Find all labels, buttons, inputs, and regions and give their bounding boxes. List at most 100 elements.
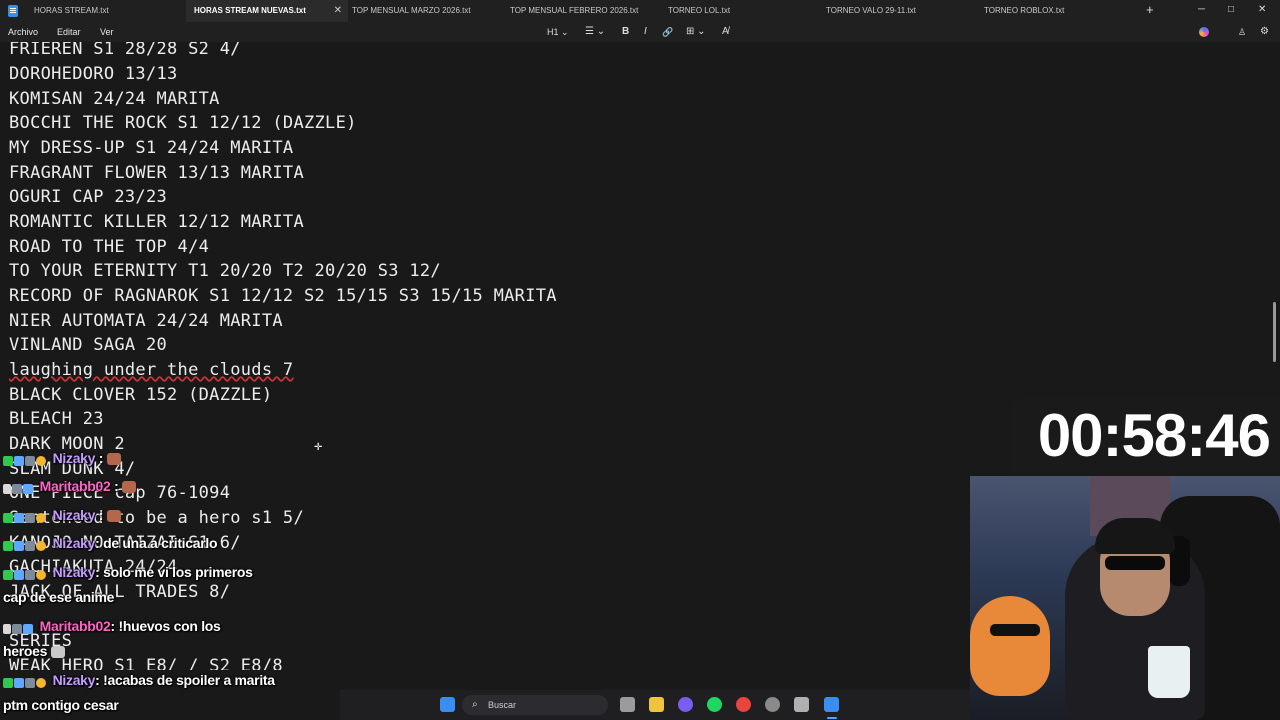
tab-torneo-roblox[interactable]: TORNEO ROBLOX.txt [984, 0, 1140, 22]
chat-username: Maritabb02 [39, 478, 111, 494]
editor-line: MY DRESS-UP S1 24/24 MARITA [9, 138, 294, 158]
plush-toy [970, 596, 1050, 696]
badge-icons [3, 536, 47, 552]
taskbar-search[interactable]: ⌕ Buscar [462, 695, 608, 715]
menu-bar: Archivo Editar Ver H1 ⌄ ☰ ⌄ B I 🔗 ⊞ ⌄ A̸… [0, 22, 1280, 42]
heading-label: H1 [547, 27, 559, 37]
editor-line: NIER AUTOMATA 24/24 MARITA [9, 311, 283, 331]
chat-message: Nizaky : [3, 507, 122, 524]
tab-top-mensual-febrero[interactable]: TOP MENSUAL FEBRERO 2026.txt [510, 0, 666, 22]
editor-line: RECORD OF RAGNAROK S1 12/12 S2 15/15 S3 … [9, 286, 557, 306]
menu-archivo[interactable]: Archivo [8, 22, 38, 42]
tab-label: HORAS STREAM.txt [34, 6, 109, 15]
chat-message: Nizaky : [3, 450, 122, 467]
badge-icons [3, 479, 34, 495]
table-dropdown[interactable]: ⊞ ⌄ [686, 22, 706, 42]
editor-line: ROAD TO THE TOP 4/4 [9, 237, 210, 257]
tab-label: TORNEO ROBLOX.txt [984, 6, 1065, 15]
editor-line: BOCCHI THE ROCK S1 12/12 (DAZZLE) [9, 113, 357, 133]
list-dropdown[interactable]: ☰ ⌄ [585, 22, 605, 42]
tab-torneo-valo[interactable]: TORNEO VALO 29-11.txt [826, 0, 982, 22]
tab-torneo-lol[interactable]: TORNEO LOL.txt [668, 0, 824, 22]
editor-line: laughing under the clouds 7 [9, 360, 294, 380]
chat-continuation: heroes [3, 643, 66, 659]
notepad-icon [8, 5, 18, 17]
chat-text: : de una a criticarlo [95, 535, 218, 551]
chat-username: Nizaky [52, 507, 96, 523]
tab-label: TOP MENSUAL MARZO 2026.txt [352, 6, 471, 15]
menu-ver[interactable]: Ver [100, 22, 114, 42]
close-window-button[interactable]: ✕ [1258, 0, 1266, 20]
chevron-down-icon: ⌄ [697, 26, 706, 37]
copilot-icon[interactable] [1199, 27, 1209, 37]
chat-continuation: ptm contigo cesar [3, 697, 119, 713]
chevron-down-icon: ⌄ [561, 27, 569, 37]
tab-label: TOP MENSUAL FEBRERO 2026.txt [510, 6, 639, 15]
editor-line: FRAGRANT FLOWER 13/13 MARITA [9, 163, 304, 183]
heading-dropdown[interactable]: H1 ⌄ [547, 22, 569, 42]
editor-line: FRIEREN S1 28/28 S2 4/ [9, 42, 241, 59]
search-placeholder: Buscar [488, 700, 517, 710]
editor-line: VINLAND SAGA 20 [9, 335, 168, 355]
discord-icon[interactable] [678, 697, 693, 712]
emote-icon [107, 453, 122, 466]
spotify-icon[interactable] [707, 697, 722, 712]
editor-line: BLACK CLOVER 152 (DAZZLE) [9, 385, 273, 405]
table-icon: ⊞ [686, 26, 695, 37]
tab-horas-stream-nuevas[interactable]: HORAS STREAM NUEVAS.txt ✕ [186, 0, 348, 22]
chat-username: Nizaky [52, 672, 96, 688]
editor-line: KOMISAN 24/24 MARITA [9, 89, 220, 109]
tab-label: TORNEO LOL.txt [668, 6, 731, 15]
chevron-down-icon: ⌄ [596, 26, 606, 37]
emote-icon [122, 481, 137, 494]
account-icon[interactable]: ♙ [1238, 22, 1246, 42]
editor-line: ROMANTIC KILLER 12/12 MARITA [9, 212, 304, 232]
chat-message: Nizaky: de una a criticarlo [3, 535, 218, 552]
editor-line: DOROHEDORO 13/13 [9, 64, 178, 84]
plush-glasses [990, 624, 1040, 636]
settings-app-icon[interactable] [765, 697, 780, 712]
maximize-button[interactable]: □ [1228, 0, 1234, 20]
mug [1148, 646, 1190, 698]
windows-start-icon[interactable] [440, 697, 455, 712]
chat-message: Maritabb02: !huevos con los [3, 618, 221, 635]
badge-icons [3, 673, 47, 689]
minimize-button[interactable]: ─ [1198, 0, 1205, 20]
badge-icons [3, 619, 34, 635]
gear-icon[interactable]: ⚙ [1260, 22, 1269, 42]
menu-editar[interactable]: Editar [57, 22, 81, 42]
italic-button[interactable]: I [644, 22, 647, 42]
chat-text: : solo me vi los primeros [95, 564, 253, 580]
emote-icon [107, 510, 122, 523]
chat-message: Maritabb02 : [3, 478, 137, 495]
editor-line: OGURI CAP 23/23 [9, 187, 168, 207]
chrome-icon[interactable] [736, 697, 751, 712]
bold-button[interactable]: B [622, 22, 629, 42]
stream-timer: 00:58:46 [1010, 398, 1280, 474]
editor-line: TO YOUR ETERNITY T1 20/20 T2 20/20 S3 12… [9, 261, 441, 281]
cam-hair [1095, 518, 1175, 554]
chat-username: Maritabb02 [39, 618, 111, 634]
close-tab-icon[interactable]: ✕ [334, 0, 342, 22]
chat-continuation: cap de ese anime [3, 589, 115, 605]
chat-username: Nizaky [52, 564, 96, 580]
add-tab-button[interactable]: + [1146, 0, 1154, 20]
chat-text: : !huevos con los [110, 618, 221, 634]
vertical-scrollbar[interactable] [1273, 302, 1276, 362]
editor-line: BLEACH 23 [9, 409, 104, 429]
cam-glasses [1105, 556, 1165, 570]
file-explorer-icon[interactable] [649, 697, 664, 712]
task-view-icon[interactable] [620, 697, 635, 712]
notepad-taskbar-icon[interactable] [824, 697, 839, 712]
badge-icons [3, 565, 47, 581]
chat-username: Nizaky [52, 450, 96, 466]
active-app-indicator [827, 717, 837, 719]
link-button[interactable]: 🔗 [662, 22, 673, 42]
calculator-icon[interactable] [794, 697, 809, 712]
clear-format-button[interactable]: A̸ [722, 22, 729, 42]
tab-horas-stream[interactable]: HORAS STREAM.txt [34, 0, 190, 22]
chat-text: : !acabas de spoiler a marita [95, 672, 275, 688]
badge-icons [3, 508, 47, 524]
taskbar: ⌕ Buscar [340, 690, 970, 720]
tab-top-mensual-marzo[interactable]: TOP MENSUAL MARZO 2026.txt [352, 0, 508, 22]
